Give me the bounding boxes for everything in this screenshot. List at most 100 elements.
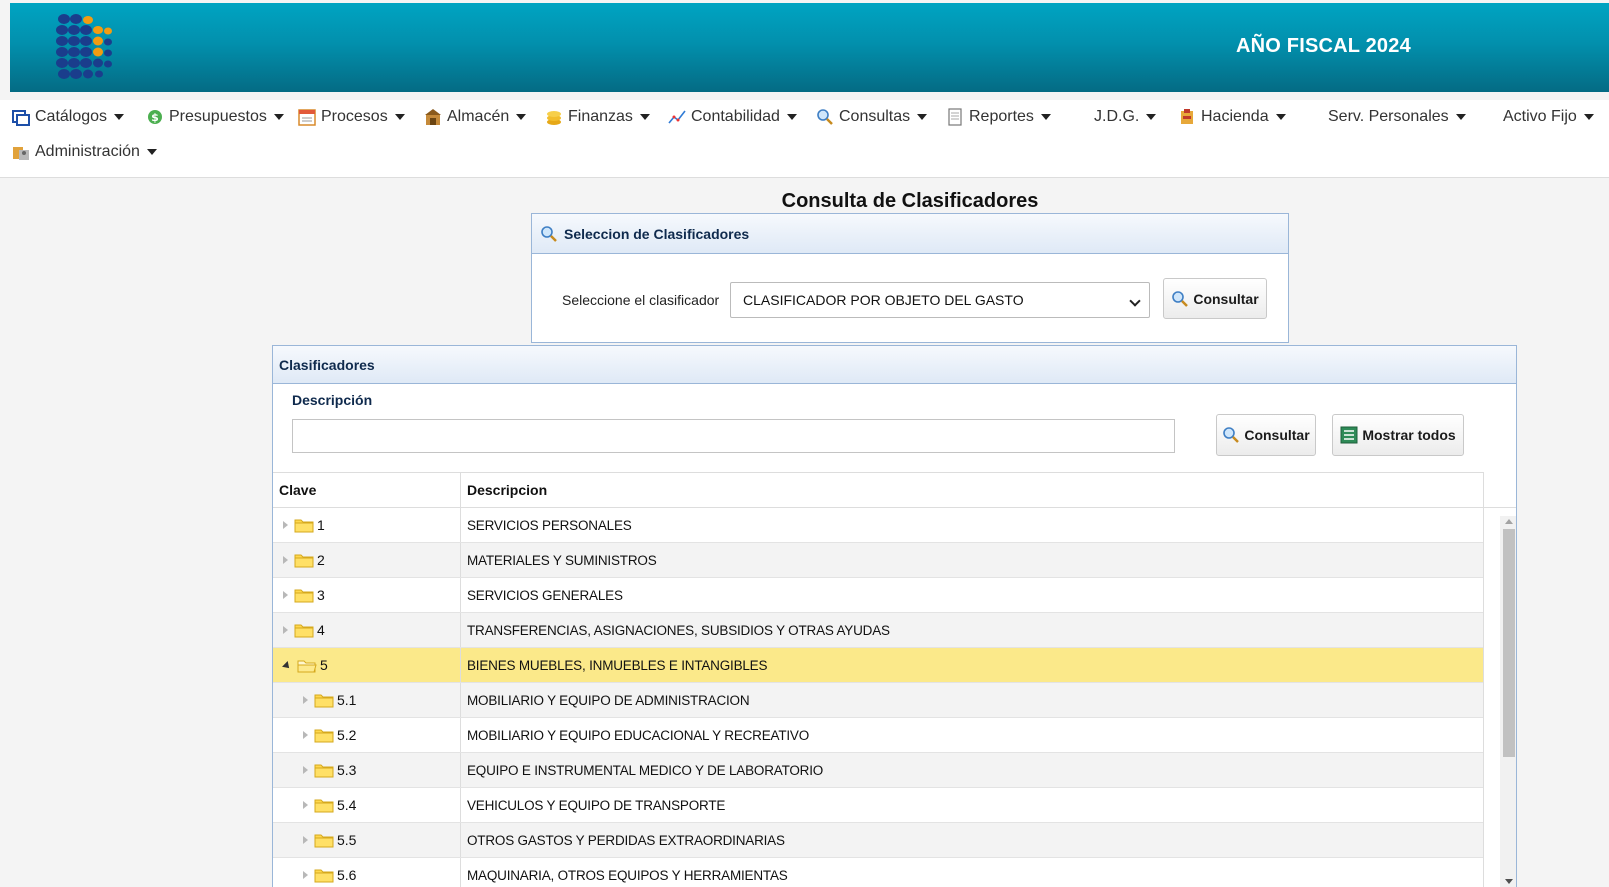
menu-label: Catálogos [35,108,108,125]
clave-value: 5 [320,657,328,673]
consult-button-label: Consultar [1193,290,1259,307]
caret-down-icon [1275,114,1286,120]
table-row[interactable]: 5 BIENES MUEBLES, INMUEBLES E INTANGIBLES [273,648,1483,683]
table-row[interactable]: 5.3 EQUIPO E INSTRUMENTAL MEDICO Y DE LAB… [273,753,1483,788]
scrollbar-header-spacer [1484,472,1516,508]
table-row[interactable]: 1 SERVICIOS PERSONALES [273,508,1483,543]
column-header-clave[interactable]: Clave [273,473,461,507]
menu-label: Activo Fijo [1503,108,1577,125]
clave-value: 4 [317,622,325,638]
table-row[interactable]: 5.4 VEHICULOS Y EQUIPO DE TRANSPORTE [273,788,1483,823]
classifier-select-value: CLASIFICADOR POR OBJETO DEL GASTO [743,292,1024,308]
menu-administracion[interactable]: Administración [12,143,157,161]
cell-descripcion: MOBILIARIO Y EQUIPO DE ADMINISTRACION [467,692,750,708]
warehouse-icon [425,109,441,125]
caret-down-icon [146,149,157,155]
menu-catalogos[interactable]: Catálogos [12,108,125,126]
show-all-button[interactable]: Mostrar todos [1332,414,1464,456]
caret-down-icon [516,114,527,120]
menu-hacienda[interactable]: Hacienda [1178,108,1286,126]
cell-clave: 5.3 [273,753,461,787]
folder-icon [314,729,334,742]
expand-arrow-icon[interactable] [303,696,308,704]
clave-value: 3 [317,587,325,603]
logo-icon [56,14,112,79]
folder-icon [314,869,334,882]
menu-reportes[interactable]: Reportes [946,108,1051,126]
folder-open-icon [297,660,317,672]
menu-almacen[interactable]: Almacén [424,108,527,126]
menu-consultas[interactable]: Consultas [816,108,928,126]
clave-value: 5.5 [337,832,357,848]
menu-label: Almacén [447,108,510,125]
cell-clave: 5.5 [273,823,461,857]
expand-arrow-icon[interactable] [303,871,308,879]
caret-down-icon [639,114,650,120]
cell-clave: 5.4 [273,788,461,822]
page-title: Consulta de Clasificadores [781,190,1039,212]
folder-icon [314,834,334,847]
expand-arrow-icon[interactable] [303,766,308,774]
menu-label: J.D.G. [1094,108,1140,125]
consult-description-button[interactable]: Consultar [1216,414,1316,456]
fiscal-year-label: AÑO FISCAL 2024 [1236,35,1411,57]
cell-clave: 5.2 [273,718,461,752]
caret-down-icon [114,114,125,120]
menu-label: Reportes [969,108,1034,125]
expand-arrow-icon[interactable] [303,836,308,844]
table-row[interactable]: 5.6 MAQUINARIA, OTROS EQUIPOS Y HERRAMIEN… [273,858,1483,887]
menu-label: Consultas [839,108,911,125]
menu-jdg[interactable]: J.D.G. [1094,108,1157,126]
menu-label: Contabilidad [691,108,780,125]
caret-down-icon [1040,114,1051,120]
folder-icon [294,624,314,637]
magnifier-icon [817,109,833,125]
magnifier-icon [1223,427,1240,443]
expand-arrow-icon[interactable] [303,801,308,809]
table-row[interactable]: 5.5 OTROS GASTOS Y PERDIDAS EXTRAORDINARI… [273,823,1483,858]
table-row[interactable]: 4 TRANSFERENCIAS, ASIGNACIONES, SUBSIDIOS… [273,613,1483,648]
menu-finanzas[interactable]: Finanzas [545,108,650,126]
clave-value: 5.2 [337,727,357,743]
expand-arrow-icon[interactable] [283,591,288,599]
selection-panel: Seleccion de Clasificadores Seleccione e… [531,213,1289,343]
expand-arrow-open-icon[interactable] [282,661,292,671]
scrollbar-thumb[interactable] [1503,529,1515,757]
chevron-down-icon [1129,295,1141,307]
folder-icon [294,519,314,532]
expand-arrow-icon[interactable] [283,626,288,634]
menu-label: Administración [35,143,140,160]
expand-arrow-icon[interactable] [283,556,288,564]
catalog-window-icon [12,110,30,126]
caret-down-icon [1583,114,1594,120]
classifiers-panel: Clasificadores Descripción Consultar Mos… [272,345,1517,887]
classifiers-panel-header: Clasificadores [273,346,1516,384]
expand-arrow-icon[interactable] [283,521,288,529]
cell-descripcion: MOBILIARIO Y EQUIPO EDUCACIONAL Y RECREA… [467,727,810,743]
table-row[interactable]: 3 SERVICIOS GENERALES [273,578,1483,613]
clave-value: 1 [317,517,325,533]
main-menu: Catálogos $ Presupuestos Procesos Almacé… [0,100,1609,178]
description-input[interactable] [292,419,1175,453]
column-header-descripcion[interactable]: Descripcion [461,473,1483,507]
scroll-down-arrow-icon[interactable] [1505,879,1513,884]
money-icon: $ [148,110,162,124]
menu-serv-personales[interactable]: Serv. Personales [1328,108,1466,126]
table-row[interactable]: 5.2 MOBILIARIO Y EQUIPO EDUCACIONAL Y REC… [273,718,1483,753]
table-row[interactable]: 5.1 MOBILIARIO Y EQUIPO DE ADMINISTRACION [273,683,1483,718]
scroll-up-arrow-icon[interactable] [1505,519,1513,524]
expand-arrow-icon[interactable] [303,731,308,739]
cell-descripcion: VEHICULOS Y EQUIPO DE TRANSPORTE [467,797,726,813]
menu-activo-fijo[interactable]: Activo Fijo [1503,108,1594,126]
menu-procesos[interactable]: Procesos [298,108,405,126]
classifier-select[interactable]: CLASIFICADOR POR OBJETO DEL GASTO [730,282,1150,318]
clave-value: 5.3 [337,762,357,778]
table-row[interactable]: 2 MATERIALES Y SUMINISTROS [273,543,1483,578]
vertical-scrollbar[interactable] [1500,516,1516,887]
consult-classifier-button[interactable]: Consultar [1163,278,1267,319]
show-all-button-label: Mostrar todos [1362,427,1456,443]
table-header: Clave Descripcion [273,472,1483,508]
menu-contabilidad[interactable]: Contabilidad [668,108,797,126]
consult-button-label: Consultar [1244,427,1310,443]
menu-presupuestos[interactable]: $ Presupuestos [146,108,284,126]
